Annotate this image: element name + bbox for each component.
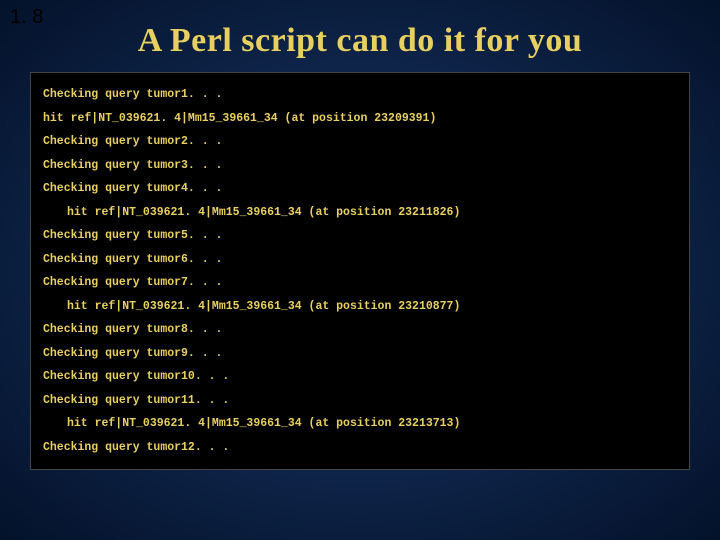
terminal-line: Checking query tumor10. . . xyxy=(43,365,677,389)
terminal-line: Checking query tumor7. . . xyxy=(43,271,677,295)
terminal-line: Checking query tumor8. . . xyxy=(43,318,677,342)
slide-number: 1. 8 xyxy=(10,6,43,29)
terminal-line: Checking query tumor4. . . xyxy=(43,177,677,201)
terminal-line: Checking query tumor1. . . xyxy=(43,83,677,107)
page-title: A Perl script can do it for you xyxy=(0,0,720,72)
terminal-line: Checking query tumor12. . . xyxy=(43,436,677,460)
terminal-line: hit ref|NT_039621. 4|Mm15_39661_34 (at p… xyxy=(43,295,677,319)
terminal-line: Checking query tumor5. . . xyxy=(43,224,677,248)
terminal-line: Checking query tumor9. . . xyxy=(43,342,677,366)
terminal-line: hit ref|NT_039621. 4|Mm15_39661_34 (at p… xyxy=(43,107,677,131)
terminal-line: Checking query tumor2. . . xyxy=(43,130,677,154)
terminal-line: hit ref|NT_039621. 4|Mm15_39661_34 (at p… xyxy=(43,412,677,436)
terminal-output: Checking query tumor1. . .hit ref|NT_039… xyxy=(30,72,690,470)
terminal-line: hit ref|NT_039621. 4|Mm15_39661_34 (at p… xyxy=(43,201,677,225)
terminal-line: Checking query tumor6. . . xyxy=(43,248,677,272)
terminal-line: Checking query tumor11. . . xyxy=(43,389,677,413)
terminal-line: Checking query tumor3. . . xyxy=(43,154,677,178)
